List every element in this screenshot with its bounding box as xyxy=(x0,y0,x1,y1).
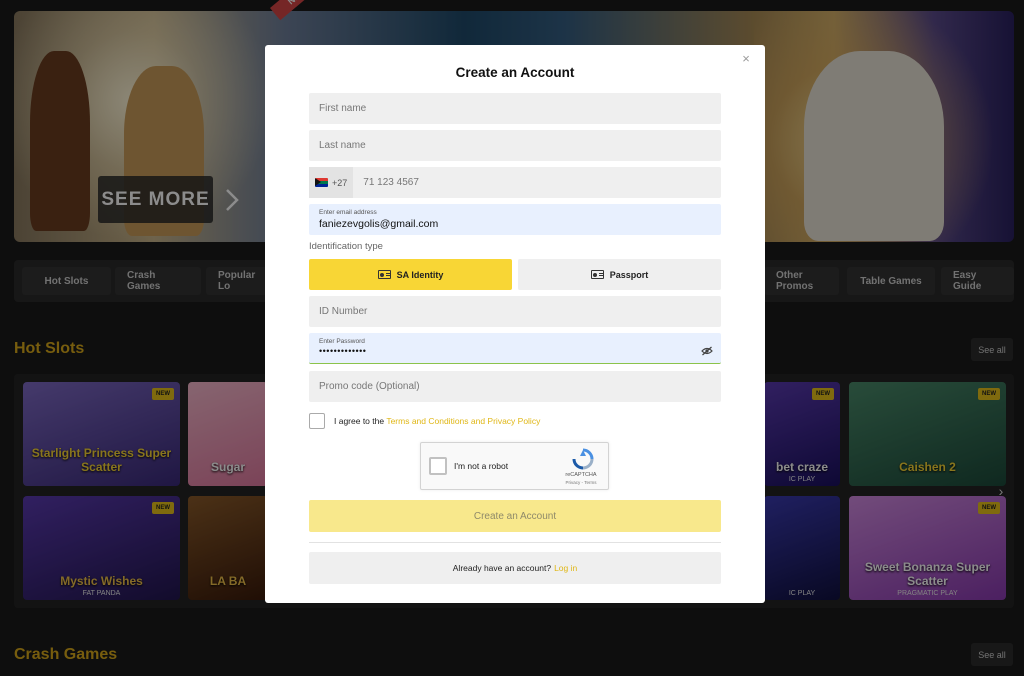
modal-title: Create an Account xyxy=(455,65,575,80)
have-account-text: Already have an account? xyxy=(452,563,552,573)
promo-code-input[interactable] xyxy=(309,371,721,402)
divider xyxy=(309,542,721,543)
promo-code-field[interactable] xyxy=(309,371,721,402)
email-field[interactable]: Enter email address faniezevgolis@gmail.… xyxy=(309,204,721,235)
email-value[interactable]: faniezevgolis@gmail.com xyxy=(319,218,438,230)
recaptcha-logo-icon xyxy=(572,448,594,470)
id-number-field[interactable] xyxy=(309,296,721,327)
recaptcha-checkbox[interactable] xyxy=(429,457,447,475)
login-link[interactable]: Log in xyxy=(554,563,577,573)
close-icon[interactable]: × xyxy=(739,51,753,66)
password-label: Enter Password xyxy=(319,338,365,345)
passport-label: Passport xyxy=(609,269,649,280)
eye-slash-icon[interactable] xyxy=(701,343,713,356)
recaptcha-terms[interactable]: Privacy - Terms xyxy=(561,480,601,485)
first-name-field[interactable] xyxy=(309,93,721,124)
terms-link[interactable]: Terms and Conditions and Privacy Policy xyxy=(386,416,540,426)
id-card-icon xyxy=(377,270,391,279)
first-name-input[interactable] xyxy=(309,93,721,124)
recaptcha-widget: I'm not a robot reCAPTCHA Privacy - Term… xyxy=(420,442,609,490)
passport-button[interactable]: Passport xyxy=(518,259,721,290)
country-code: +27 xyxy=(332,177,348,188)
sa-identity-label: SA Identity xyxy=(396,269,444,280)
email-label: Enter email address xyxy=(319,209,377,216)
sa-identity-button[interactable]: SA Identity xyxy=(309,259,512,290)
create-account-modal: × Create an Account +27 Enter email addr… xyxy=(265,45,765,603)
recaptcha-label: I'm not a robot xyxy=(454,461,509,471)
password-field[interactable]: Enter Password ••••••••••••• xyxy=(309,333,721,364)
create-account-button[interactable]: Create an Account xyxy=(309,500,721,532)
passport-icon xyxy=(590,270,604,279)
country-code-selector[interactable]: +27 xyxy=(309,167,354,198)
id-number-input[interactable] xyxy=(309,296,721,327)
phone-input[interactable] xyxy=(353,167,721,198)
terms-text: I agree to the xyxy=(334,416,385,426)
terms-checkbox[interactable] xyxy=(309,413,325,429)
recaptcha-brand: reCAPTCHA xyxy=(565,472,597,478)
phone-field[interactable]: +27 xyxy=(309,167,721,198)
password-value[interactable]: ••••••••••••• xyxy=(319,346,366,356)
terms-row: I agree to the Terms and Conditions and … xyxy=(309,413,540,429)
login-row: Already have an account? Log in xyxy=(309,552,721,584)
id-type-label: Identification type xyxy=(309,241,383,252)
last-name-field[interactable] xyxy=(309,130,721,161)
south-africa-flag-icon xyxy=(315,178,328,187)
last-name-input[interactable] xyxy=(309,130,721,161)
